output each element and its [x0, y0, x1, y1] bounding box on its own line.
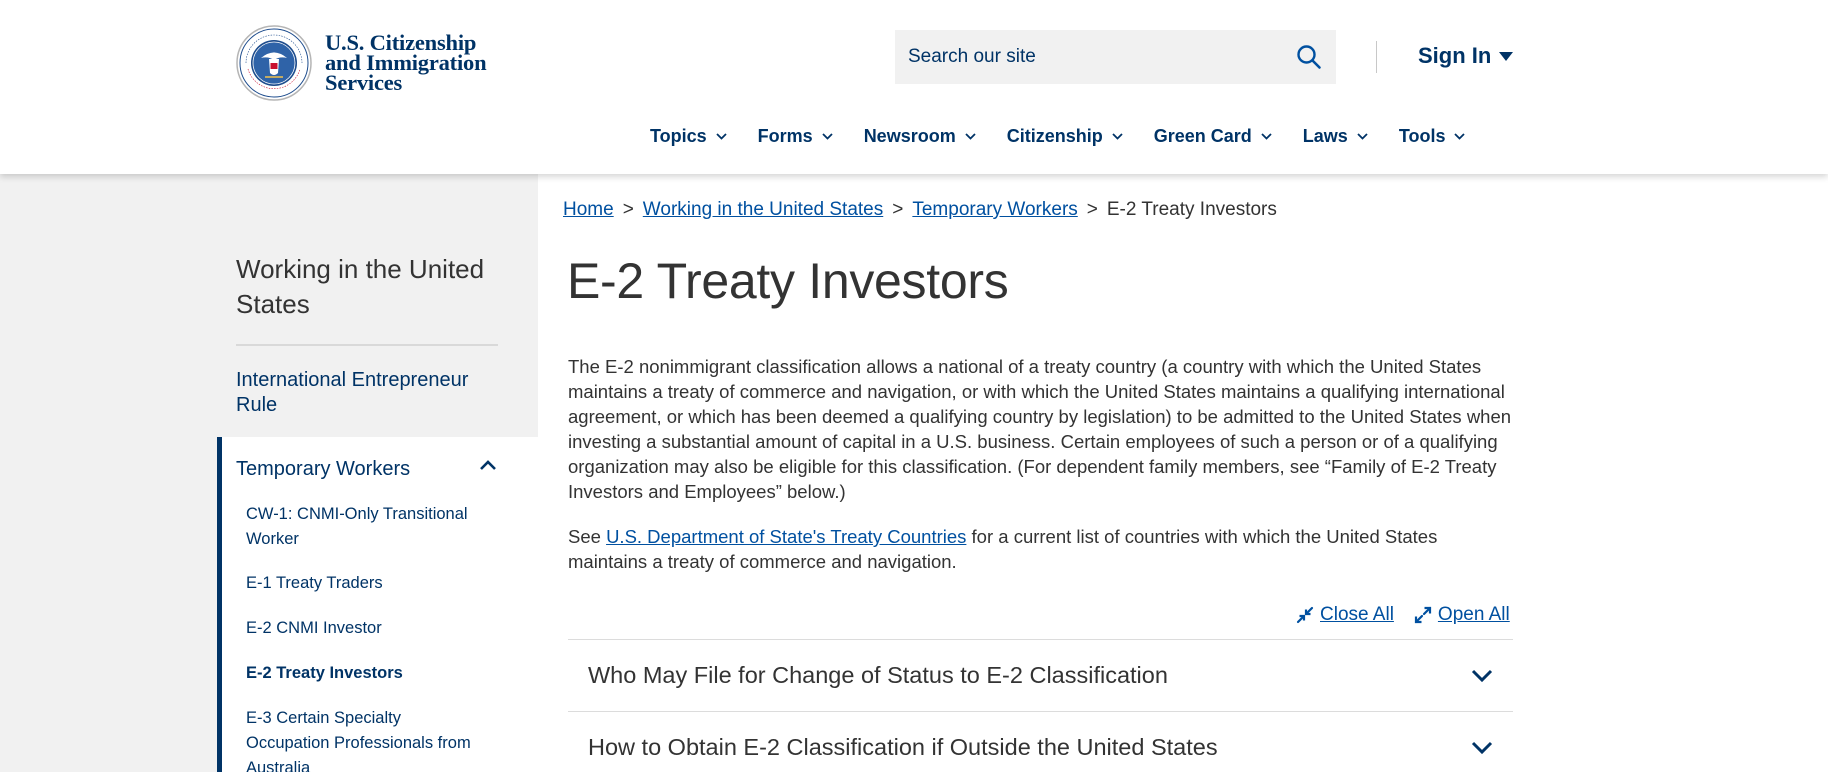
breadcrumb-separator: > — [1086, 199, 1098, 220]
header-divider — [1376, 41, 1377, 73]
sidebar-subitem-e1[interactable]: E-1 Treaty Traders — [246, 571, 476, 596]
chevron-down-icon — [822, 133, 833, 140]
nav-label: Tools — [1398, 126, 1446, 146]
breadcrumb: Home > Working in the United States > Te… — [563, 199, 1277, 221]
treaty-countries-paragraph: See U.S. Department of State's Treaty Co… — [568, 524, 1516, 574]
expand-icon — [1414, 606, 1432, 624]
nav-newsroom[interactable]: Newsroom — [864, 126, 976, 147]
breadcrumb-separator: > — [892, 199, 904, 220]
sign-in-button[interactable]: Sign In — [1418, 43, 1514, 69]
chevron-down-icon — [1112, 133, 1123, 140]
see-prefix: See — [568, 526, 601, 547]
chevron-down-icon — [1261, 133, 1272, 140]
main-nav: Topics Forms Newsroom Citizenship Green … — [650, 126, 1496, 147]
accordion-title: How to Obtain E-2 Classification if Outs… — [588, 734, 1218, 760]
accordion-outside-us[interactable]: How to Obtain E-2 Classification if Outs… — [568, 711, 1513, 772]
chevron-down-icon — [965, 133, 976, 140]
close-all-label: Close All — [1320, 604, 1394, 625]
nav-label: Green Card — [1153, 126, 1252, 146]
nav-forms[interactable]: Forms — [758, 126, 833, 147]
sidebar-subitem-e3[interactable]: E-3 Certain Specialty Occupation Profess… — [246, 706, 476, 772]
uscis-logo[interactable]: U.S. Citizenship and Immigration Service… — [236, 25, 487, 101]
sidebar-subitem-cw1[interactable]: CW-1: CNMI-Only Transitional Worker — [246, 502, 476, 552]
sidebar-subitem-e2-treaty-investors[interactable]: E-2 Treaty Investors — [246, 661, 476, 686]
sidebar-subitem-e2-cnmi[interactable]: E-2 CNMI Investor — [246, 616, 476, 641]
caret-down-icon — [1499, 51, 1514, 61]
search-box — [895, 30, 1336, 84]
open-all-label: Open All — [1437, 604, 1510, 625]
nav-topics[interactable]: Topics — [650, 126, 727, 147]
chevron-up-icon[interactable] — [479, 459, 497, 471]
accordion-controls: Close All Open All — [1296, 604, 1510, 626]
chevron-down-icon — [716, 133, 727, 140]
nav-label: Newsroom — [863, 126, 956, 146]
dhs-seal-icon — [236, 25, 312, 101]
agency-name: U.S. Citizenship and Immigration Service… — [325, 31, 487, 95]
breadcrumb-working[interactable]: Working in the United States — [643, 199, 883, 221]
breadcrumb-separator: > — [622, 199, 634, 220]
nav-label: Forms — [757, 126, 813, 146]
breadcrumb-home[interactable]: Home — [563, 199, 614, 221]
logo-line-3: Services — [325, 70, 403, 95]
chevron-down-icon — [1357, 133, 1368, 140]
nav-label: Laws — [1302, 126, 1348, 146]
chevron-down-icon — [1454, 133, 1466, 140]
chevron-down-icon — [1471, 669, 1493, 683]
open-all-button[interactable]: Open All — [1414, 604, 1510, 626]
search-icon — [1297, 45, 1321, 69]
nav-green-card[interactable]: Green Card — [1154, 126, 1272, 147]
breadcrumb-temporary-workers[interactable]: Temporary Workers — [912, 199, 1077, 221]
site-header: U.S. Citizenship and Immigration Service… — [0, 0, 1828, 174]
collapse-icon — [1296, 606, 1314, 624]
accordion-title: Who May File for Change of Status to E-2… — [588, 662, 1168, 688]
chevron-down-icon — [1471, 741, 1493, 755]
accordion-change-of-status[interactable]: Who May File for Change of Status to E-2… — [568, 639, 1513, 711]
sidebar-active-indicator — [217, 437, 222, 772]
treaty-countries-link[interactable]: U.S. Department of State's Treaty Countr… — [606, 526, 966, 547]
search-button[interactable] — [1282, 30, 1336, 84]
close-all-button[interactable]: Close All — [1296, 604, 1394, 626]
sidebar-item-temporary-workers[interactable]: Temporary Workers — [236, 457, 410, 482]
sidebar-item-international-entrepreneur[interactable]: International Entrepreneur Rule — [236, 368, 486, 418]
sidebar-title[interactable]: Working in the United States — [236, 252, 506, 322]
breadcrumb-current: E-2 Treaty Investors — [1106, 199, 1277, 220]
nav-citizenship[interactable]: Citizenship — [1007, 126, 1123, 147]
search-input[interactable] — [895, 30, 1282, 84]
nav-label: Topics — [650, 126, 707, 146]
sign-in-label: Sign In — [1418, 43, 1492, 68]
nav-label: Citizenship — [1006, 126, 1103, 146]
nav-laws[interactable]: Laws — [1303, 126, 1368, 147]
sidebar-divider — [236, 344, 498, 346]
intro-paragraph: The E-2 nonimmigrant classification allo… — [568, 356, 1512, 502]
page-title: E-2 Treaty Investors — [567, 253, 1009, 309]
nav-tools[interactable]: Tools — [1399, 126, 1466, 147]
